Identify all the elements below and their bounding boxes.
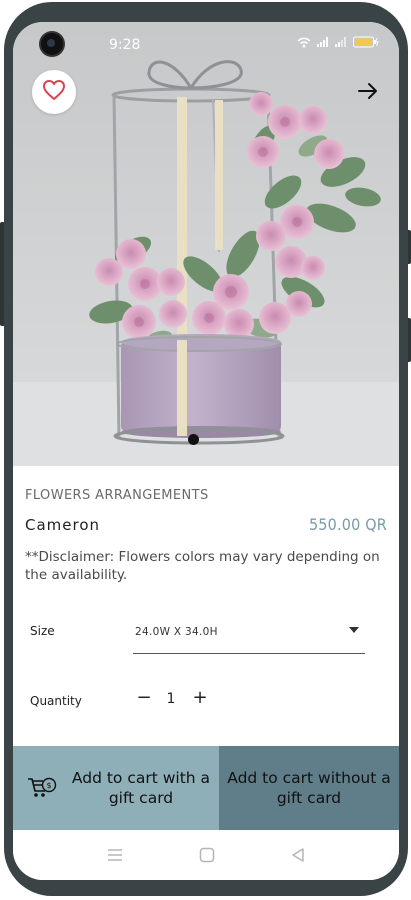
front-camera [41,33,63,55]
quantity-decrease-button[interactable]: − [133,686,155,710]
add-with-gift-label: Add to cart with a gift card [71,769,211,807]
favorite-button[interactable] [32,70,76,114]
add-to-cart-actions: $ Add to cart with a gift card Add to ca… [13,746,399,830]
svg-text:$: $ [46,781,51,790]
cart-gift-icon: $ [27,776,57,800]
product-image [13,22,399,466]
system-nav-bar [13,830,399,880]
heart-outline-icon [42,79,66,106]
battery-icon [353,36,379,48]
add-to-cart-without-gift-card-button[interactable]: Add to cart without a gift card [219,746,399,830]
quantity-increase-button[interactable]: + [189,686,211,710]
image-pager-dot[interactable] [188,434,199,445]
product-category: FLOWERS ARRANGEMENTS [25,488,209,503]
product-name: Cameron [25,516,101,534]
arrow-right-icon [357,82,379,105]
status-time: 9:28 [109,37,141,53]
size-selected-value: 24.0W X 34.0H [135,626,218,638]
phone: 9:28 FLOWERS ARRANGEMENTS Cameron 550.00… [0,0,411,900]
signal-icon [317,37,329,47]
wifi-icon [297,37,311,48]
home-icon[interactable] [199,847,215,868]
product-price: 550.00 QR [308,515,387,534]
status-bar: 9:28 [13,22,399,62]
back-icon[interactable] [290,847,306,868]
size-dropdown[interactable]: 24.0W X 34.0H [133,616,365,654]
add-without-gift-label: Add to cart without a gift card [227,769,391,807]
screen: 9:28 FLOWERS ARRANGEMENTS Cameron 550.00… [13,22,399,880]
caret-down-icon [349,627,359,633]
size-label: Size [30,624,55,638]
add-to-cart-with-gift-card-button[interactable]: $ Add to cart with a gift card [13,746,219,830]
next-button[interactable] [355,80,381,106]
quantity-label: Quantity [30,694,82,708]
status-icons [297,36,379,48]
color-disclaimer: **Disclaimer: Flowers colors may vary de… [25,549,380,583]
recents-icon[interactable] [107,848,123,867]
quantity-value: 1 [166,691,176,707]
signal-icon [335,37,347,47]
